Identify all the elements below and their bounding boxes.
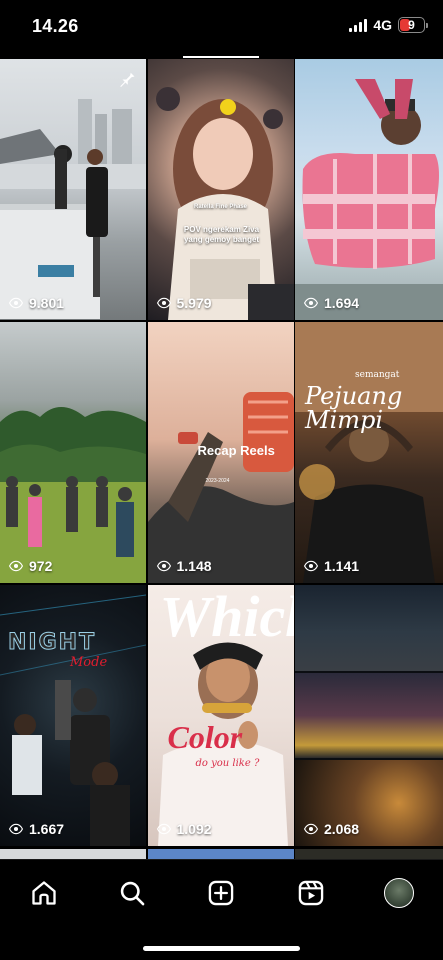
eye-icon	[156, 560, 171, 572]
tile-peek	[0, 849, 146, 859]
tile-photo	[295, 322, 443, 583]
reels-grid: 9.801 Ratella Fine Phase POV ngerekam Zi…	[0, 59, 443, 846]
view-count-text: 9.801	[29, 295, 65, 311]
tile-photo-strip	[295, 672, 443, 759]
view-count-text: 1.092	[176, 821, 212, 837]
tile-photo	[0, 99, 146, 319]
view-count: 9.801	[9, 295, 64, 311]
eye-icon	[9, 297, 23, 309]
overlay-title: Pejuang Mimpi	[305, 382, 403, 434]
overlay-small: semangat	[355, 370, 400, 380]
eye-icon	[9, 823, 23, 835]
home-indicator	[143, 946, 300, 951]
tile-peek	[295, 849, 443, 859]
selected-tab-indicator	[183, 56, 259, 58]
battery-icon: 9	[398, 17, 428, 33]
caption: POV ngerekam Ziva yang gemoy banget	[183, 225, 260, 244]
view-count-text: 2.068	[324, 821, 360, 837]
network-type: 4G	[373, 17, 392, 33]
search-icon[interactable]	[117, 878, 147, 908]
avatar	[384, 878, 414, 908]
battery-percentage: 9	[408, 18, 415, 32]
eye-icon	[156, 297, 171, 309]
overlay-title: Recap Reels	[197, 443, 275, 458]
tile-photo	[155, 87, 294, 320]
view-count-text: 1.148	[176, 558, 212, 574]
reel-tile[interactable]: 1.694	[295, 59, 443, 320]
view-count: 5.979	[156, 295, 212, 311]
exit-sign	[38, 265, 74, 277]
reel-tile[interactable]: Which Color do you like ? 1.092	[147, 585, 294, 846]
eye-icon	[9, 560, 23, 572]
reel-tile[interactable]: semangat Pejuang Mimpi 1.141	[295, 322, 443, 583]
overlay-sub: do you like ?	[195, 758, 260, 769]
status-time: 14.26	[32, 16, 79, 36]
eye-icon	[156, 823, 171, 835]
eye-icon	[304, 297, 318, 309]
eye-icon	[304, 823, 318, 835]
view-count: 1.141	[304, 558, 359, 574]
next-row-peek	[0, 849, 443, 859]
cellular-signal-icon	[349, 18, 368, 32]
plus-square-icon[interactable]	[206, 878, 236, 908]
view-count: 1.667	[9, 821, 64, 837]
view-count-text: 1.667	[29, 821, 65, 837]
reel-tile[interactable]: Ratella Fine Phase POV ngerekam Ziva yan…	[147, 59, 294, 320]
home-icon[interactable]	[29, 878, 59, 908]
profile-avatar[interactable]	[384, 878, 414, 908]
tile-photo-strip	[295, 585, 443, 671]
view-count-text: 1.141	[324, 558, 360, 574]
view-count-text: 1.694	[324, 295, 360, 311]
view-count-text: 972	[29, 558, 53, 574]
overlay-mid: Color	[167, 719, 243, 755]
status-bar: 14.26 4G 9	[0, 0, 443, 54]
status-indicators: 4G 9	[349, 17, 428, 33]
battery-nub	[426, 23, 428, 28]
view-count: 1.148	[156, 558, 212, 574]
tile-peek	[147, 849, 294, 859]
view-count-text: 5.979	[176, 295, 212, 311]
tile-photo	[295, 79, 443, 320]
overlay-title: NIGHT	[7, 630, 97, 656]
reel-tile[interactable]: Recap Reels 2023-2024 1.148	[147, 322, 294, 583]
reels-icon[interactable]	[296, 878, 326, 908]
view-count: 1.092	[156, 821, 212, 837]
overlay-script: Mode	[70, 655, 108, 670]
reel-tile[interactable]: 9.801	[0, 59, 146, 320]
pin-icon	[118, 69, 136, 92]
reel-tile[interactable]: 972	[0, 322, 146, 583]
view-count: 972	[9, 558, 52, 574]
tile-photo	[0, 407, 146, 583]
reel-tile[interactable]: NIGHT Mode 1.667	[0, 585, 146, 846]
view-count: 1.694	[304, 295, 359, 311]
reel-tile[interactable]: 2.068	[295, 585, 443, 846]
view-count: 2.068	[304, 821, 359, 837]
overlay-title: Which	[159, 585, 294, 649]
eye-icon	[304, 560, 318, 572]
tile-photo	[0, 594, 146, 846]
caption-top: Ratella Fine Phase	[193, 204, 248, 210]
bottom-nav	[0, 859, 443, 960]
overlay-sub: 2023-2024	[205, 478, 230, 484]
